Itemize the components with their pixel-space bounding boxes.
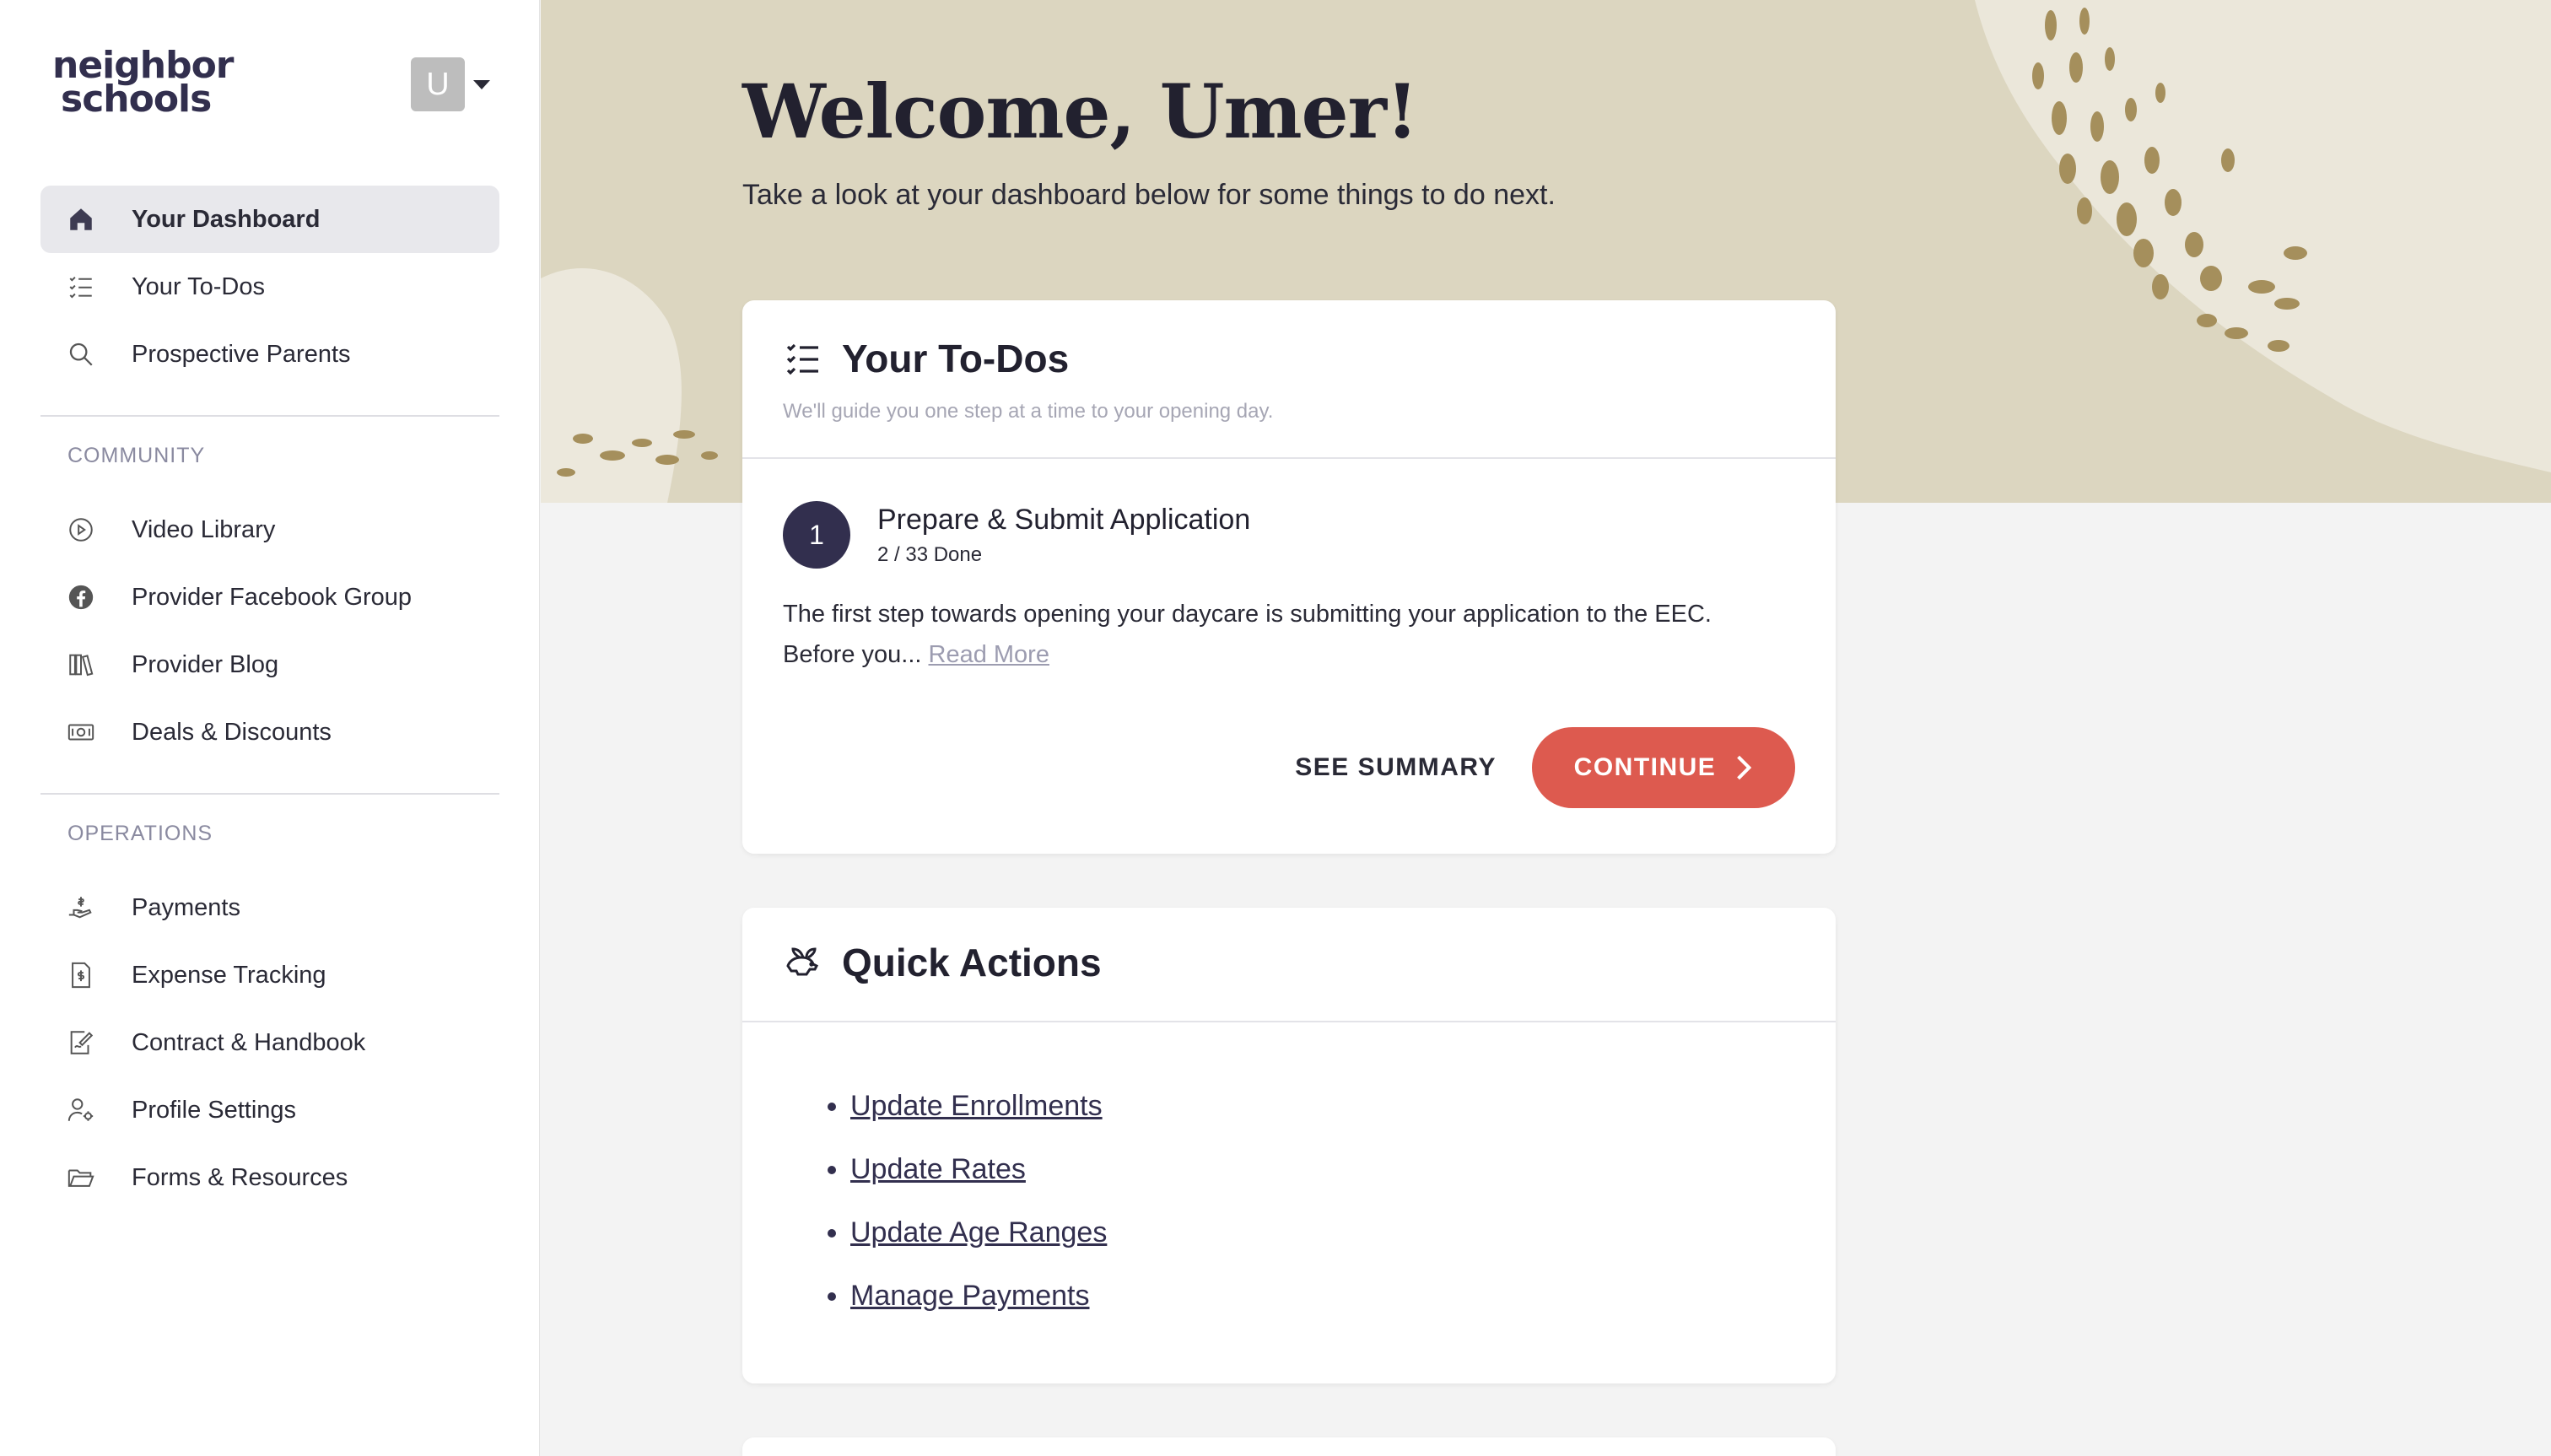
sidebar-divider <box>40 415 499 417</box>
sidebar-item-label: Your Dashboard <box>132 205 321 233</box>
sidebar-item-expense-tracking[interactable]: Expense Tracking <box>40 941 499 1009</box>
sidebar-item-label: Prospective Parents <box>132 340 351 368</box>
main-nav: Your Dashboard Your To-Dos Prospective P… <box>40 186 499 388</box>
update-age-ranges-link[interactable]: Update Age Ranges <box>850 1216 1107 1248</box>
folder-icon <box>66 1162 96 1193</box>
list-item: Update Rates <box>850 1153 1836 1186</box>
continue-button-label: CONTINUE <box>1573 753 1717 781</box>
sidebar-item-label: Deals & Discounts <box>132 718 332 746</box>
neighbor-schools-logo[interactable]: neighbor schools <box>52 47 235 121</box>
next-card <box>742 1437 1836 1456</box>
operations-section-label: OPERATIONS <box>67 822 213 845</box>
operations-nav: Payments Expense Tracking Contract & Han… <box>40 874 499 1211</box>
sidebar-item-profile-settings[interactable]: Profile Settings <box>40 1076 499 1144</box>
update-enrollments-link[interactable]: Update Enrollments <box>850 1090 1103 1122</box>
avatar[interactable]: U <box>411 57 465 111</box>
sidebar-divider <box>40 793 499 795</box>
todo-step[interactable]: 1 Prepare & Submit Application 2 / 33 Do… <box>783 501 1795 569</box>
list-item: Update Age Ranges <box>850 1216 1836 1249</box>
sidebar-item-label: Your To-Dos <box>132 272 265 300</box>
hand-dollar-icon <box>66 892 96 923</box>
chevron-right-icon <box>1737 755 1752 780</box>
sidebar-item-deals[interactable]: Deals & Discounts <box>40 698 499 766</box>
sidebar-item-forms-resources[interactable]: Forms & Resources <box>40 1144 499 1211</box>
step-description-line2: Before you... <box>783 641 922 668</box>
checklist-icon <box>66 272 96 302</box>
update-rates-link[interactable]: Update Rates <box>850 1153 1026 1185</box>
todos-card: Your To-Dos We'll guide you one step at … <box>742 300 1836 854</box>
sidebar-item-label: Contract & Handbook <box>132 1028 366 1056</box>
quick-actions-title: Quick Actions <box>783 940 1795 985</box>
sidebar-item-label: Profile Settings <box>132 1096 297 1124</box>
document-sign-icon <box>66 1027 96 1058</box>
continue-button[interactable]: CONTINUE <box>1532 727 1795 808</box>
sidebar-item-label: Expense Tracking <box>132 961 326 989</box>
user-menu[interactable]: U <box>411 57 490 111</box>
step-progress: 2 / 33 Done <box>877 542 983 566</box>
page-title: Welcome, Umer! <box>742 67 1419 155</box>
page-subtitle: Take a look at your dashboard below for … <box>742 179 1556 211</box>
rabbit-icon <box>786 947 819 976</box>
todo-actions: SEE SUMMARY CONTINUE <box>1295 727 1795 808</box>
sidebar-item-label: Provider Facebook Group <box>132 583 413 611</box>
search-icon <box>66 339 96 369</box>
sidebar-item-label: Video Library <box>132 515 276 543</box>
facebook-icon <box>66 582 96 612</box>
sidebar-item-label: Payments <box>132 893 240 921</box>
list-item: Update Enrollments <box>850 1090 1836 1123</box>
sidebar: neighbor schools U Your Dashboard Your T… <box>0 0 540 1456</box>
checklist-icon <box>786 343 818 375</box>
sidebar-item-label: Forms & Resources <box>132 1163 348 1191</box>
quick-actions-card: Quick Actions Update Enrollments Update … <box>742 908 1836 1383</box>
todos-card-title: Your To-Dos <box>783 336 1795 381</box>
sidebar-item-video-library[interactable]: Video Library <box>40 496 499 564</box>
todos-title-text: Your To-Dos <box>842 337 1070 380</box>
step-title: Prepare & Submit Application <box>877 503 1251 536</box>
money-icon <box>66 717 96 747</box>
sidebar-item-provider-blog[interactable]: Provider Blog <box>40 631 499 698</box>
sidebar-item-todos[interactable]: Your To-Dos <box>40 253 499 321</box>
step-number-badge: 1 <box>783 501 850 569</box>
sidebar-item-prospective-parents[interactable]: Prospective Parents <box>40 321 499 388</box>
quick-actions-list: Update Enrollments Update Rates Update A… <box>742 1022 1836 1313</box>
list-item: Manage Payments <box>850 1280 1836 1313</box>
sidebar-item-facebook-group[interactable]: Provider Facebook Group <box>40 564 499 631</box>
sidebar-item-contract-handbook[interactable]: Contract & Handbook <box>40 1009 499 1076</box>
books-icon <box>66 650 96 680</box>
user-settings-icon <box>66 1095 96 1125</box>
read-more-link[interactable]: Read More <box>929 641 1049 668</box>
sidebar-item-payments[interactable]: Payments <box>40 874 499 941</box>
play-circle-icon <box>66 515 96 545</box>
home-icon <box>66 204 96 235</box>
community-nav: Video Library Provider Facebook Group Pr… <box>40 496 499 766</box>
step-description: The first step towards opening your dayc… <box>783 594 1795 675</box>
todos-subtitle: We'll guide you one step at a time to yo… <box>783 400 1274 423</box>
quick-actions-title-text: Quick Actions <box>842 941 1102 984</box>
sidebar-item-label: Provider Blog <box>132 650 279 678</box>
step-description-line1: The first step towards opening your dayc… <box>783 601 1712 628</box>
caret-down-icon[interactable] <box>473 79 490 89</box>
sidebar-item-dashboard[interactable]: Your Dashboard <box>40 186 499 253</box>
logo-line-2: schools <box>61 78 212 121</box>
receipt-dollar-icon <box>66 960 96 990</box>
community-section-label: COMMUNITY <box>67 444 206 467</box>
manage-payments-link[interactable]: Manage Payments <box>850 1280 1090 1312</box>
see-summary-button[interactable]: SEE SUMMARY <box>1295 753 1497 782</box>
